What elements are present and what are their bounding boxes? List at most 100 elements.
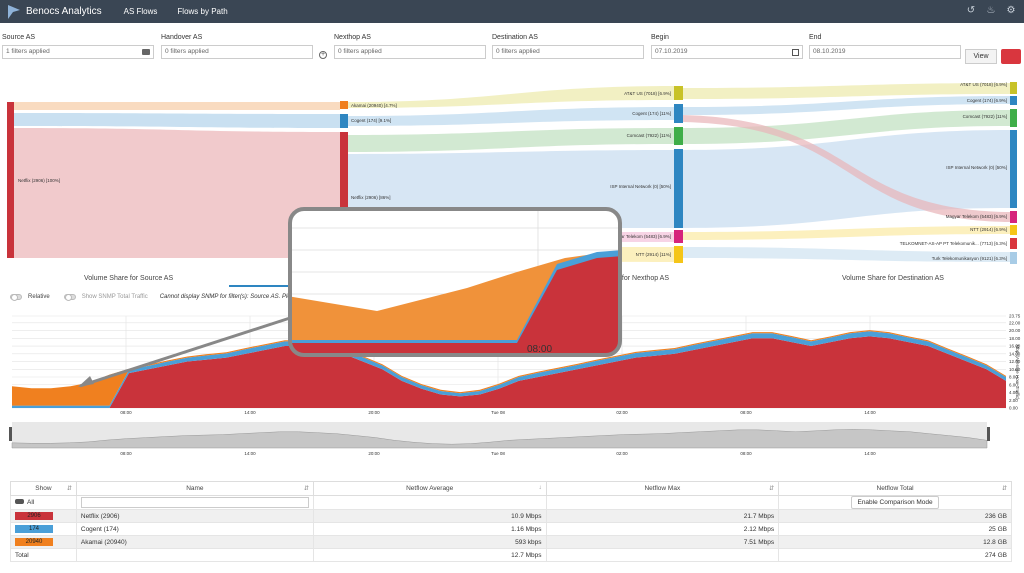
timeline-tick-label: Tue 08: [491, 451, 505, 456]
total-avg: 12.7 Mbps: [312, 548, 547, 562]
end-date-input[interactable]: 08.10.2019: [809, 45, 961, 59]
sankey-node-label: AT&T US (7018) [6.9%]: [624, 91, 671, 96]
brush-handle-right[interactable]: [987, 427, 990, 441]
row-total: 25 GB: [778, 522, 1012, 536]
sankey-node-label: Netflix (2906) [100%]: [18, 178, 60, 183]
table-row[interactable]: 20940 Akamai (20940) 593 kbps 7.51 Mbps …: [10, 535, 1012, 549]
total-row: Total 12.7 Mbps 274 GB: [10, 548, 1012, 562]
x-tick-label: 08:00: [740, 410, 752, 415]
row-max: 7.51 Mbps: [545, 535, 780, 549]
sankey-node-label: ISP Internal Network (0) [50%]: [946, 165, 1007, 170]
sankey-node-label: Cogent (174) [9.1%]: [351, 118, 391, 123]
row-avg: 10.9 Mbps: [312, 509, 547, 523]
row-name: Cogent (174): [75, 522, 314, 536]
brand-name: Benocs Analytics: [26, 6, 102, 17]
row-total: 12.8 GB: [778, 535, 1012, 549]
row-name: Netflix (2906): [75, 509, 314, 523]
col-netflow-average[interactable]: Netflow Average ↓: [312, 481, 547, 496]
reset-button[interactable]: [1001, 49, 1021, 64]
sankey-node[interactable]: [1010, 82, 1017, 94]
zoom-magnifier: 08:00: [288, 207, 622, 357]
view-button[interactable]: View: [965, 49, 997, 64]
toggle-icon[interactable]: [15, 499, 24, 504]
enable-comparison-button[interactable]: Enable Comparison Mode: [851, 496, 939, 509]
col-name[interactable]: Name ⇵: [75, 481, 314, 496]
sort-icon[interactable]: ⇵: [769, 485, 774, 492]
total-label: Total: [10, 548, 77, 562]
sankey-node[interactable]: [1010, 109, 1017, 127]
calendar-icon[interactable]: [792, 49, 799, 56]
x-tick-label: 02:00: [616, 410, 628, 415]
row-avg: 593 kbps: [312, 535, 547, 549]
row-max: 21.7 Mbps: [545, 509, 780, 523]
brush-handle-left[interactable]: [9, 427, 12, 441]
sankey-node[interactable]: [1010, 130, 1017, 208]
row-name: Akamai (20940): [75, 535, 314, 549]
table-row[interactable]: 174 Cogent (174) 1.16 Mbps 2.12 Mbps 25 …: [10, 522, 1012, 536]
sankey-node-label: Comcast (7922) [11%]: [627, 133, 671, 138]
row-total: 236 GB: [778, 509, 1012, 523]
source-as-label: Source AS: [2, 34, 36, 41]
sankey-node-label: Akamai (20940) [4.7%]: [351, 103, 397, 108]
sankey-node[interactable]: [340, 101, 348, 109]
name-search-input[interactable]: [80, 497, 309, 508]
add-filter-icon[interactable]: +: [319, 51, 327, 59]
x-tick-label: 20:00: [368, 410, 380, 415]
total-total: 274 GB: [778, 548, 1012, 562]
x-tick-label: 14:00: [864, 410, 876, 415]
timeline-tick-label: 08:00: [120, 451, 132, 456]
begin-date-input[interactable]: 07.10.2019: [651, 45, 803, 59]
begin-label: Begin: [651, 34, 669, 41]
sankey-node[interactable]: [1010, 96, 1017, 105]
nav-flows-by-path[interactable]: Flows by Path: [177, 7, 227, 16]
row-max: 2.12 Mbps: [545, 522, 780, 536]
history-icon[interactable]: ↺: [966, 5, 976, 17]
benocs-logo-icon: [8, 4, 20, 19]
handover-as-label: Handover AS: [161, 34, 203, 41]
row-avg: 1.16 Mbps: [312, 522, 547, 536]
end-label: End: [809, 34, 822, 41]
top-navbar: Benocs Analytics AS Flows Flows by Path …: [0, 0, 1024, 23]
timeline-tick-label: 02:00: [616, 451, 628, 456]
timeline-tick-label: 14:00: [864, 451, 876, 456]
col-show[interactable]: Show ⇵: [10, 481, 77, 496]
sankey-node-label: AT&T US (7018) [6.9%]: [960, 82, 1007, 87]
table-row[interactable]: 2906 Netflix (2906) 10.9 Mbps 21.7 Mbps …: [10, 509, 1012, 523]
nexthop-as-input[interactable]: 0 filters applied: [334, 45, 486, 59]
settings-icon[interactable]: ⚙: [1006, 5, 1016, 17]
flow-table: Show ⇵ Name ⇵ Netflow Average ↓ Netflow Max…: [10, 481, 1012, 562]
x-tick-label: Tue 08: [491, 410, 505, 415]
sort-desc-icon[interactable]: ↓: [539, 485, 542, 491]
nexthop-as-label: Nexthop AS: [334, 34, 371, 41]
series-swatch[interactable]: 2906: [15, 512, 53, 520]
sankey-node[interactable]: [674, 127, 683, 145]
sankey-node[interactable]: [674, 86, 683, 100]
col-netflow-total[interactable]: Netflow Total ⇵: [778, 481, 1012, 496]
col-netflow-max[interactable]: Netflow Max ⇵: [545, 481, 780, 496]
sort-icon[interactable]: ⇵: [1002, 485, 1007, 492]
sankey-node[interactable]: [674, 104, 683, 123]
sankey-node-label: Cogent (174) [11%]: [632, 111, 671, 116]
timeline-tick-label: 08:00: [740, 451, 752, 456]
timeline-tick-label: 14:00: [244, 451, 256, 456]
bell-icon[interactable]: ♨: [986, 5, 996, 17]
series-swatch[interactable]: 20940: [15, 538, 53, 546]
nav-as-flows[interactable]: AS Flows: [124, 7, 158, 16]
series-swatch[interactable]: 174: [15, 525, 53, 533]
handover-as-input[interactable]: 0 filters applied: [161, 45, 313, 59]
sankey-node[interactable]: [340, 114, 348, 128]
show-all-cell[interactable]: All: [10, 495, 77, 510]
destination-as-input[interactable]: 0 filters applied: [492, 45, 644, 59]
timeline-tick-label: 20:00: [368, 451, 380, 456]
source-as-input[interactable]: 1 filters applied: [2, 45, 154, 59]
clear-filter-icon[interactable]: [142, 49, 150, 55]
sankey-node-label: Cogent (174) [6.9%]: [967, 98, 1007, 103]
y-tick-label: 0.00: [1009, 406, 1018, 411]
x-tick-label: 14:00: [244, 410, 256, 415]
sort-icon[interactable]: ⇵: [67, 485, 72, 492]
filter-bar: Source AS 1 filters applied Handover AS …: [0, 34, 1024, 68]
sankey-node-label: ISP Internal Network (0) [50%]: [610, 184, 671, 189]
sort-icon[interactable]: ⇵: [304, 485, 309, 492]
timeline-navigator[interactable]: 08:00 14:00 20:00 Tue 08 02:00 08:00 14:00: [0, 422, 1024, 466]
destination-as-label: Destination AS: [492, 34, 538, 41]
